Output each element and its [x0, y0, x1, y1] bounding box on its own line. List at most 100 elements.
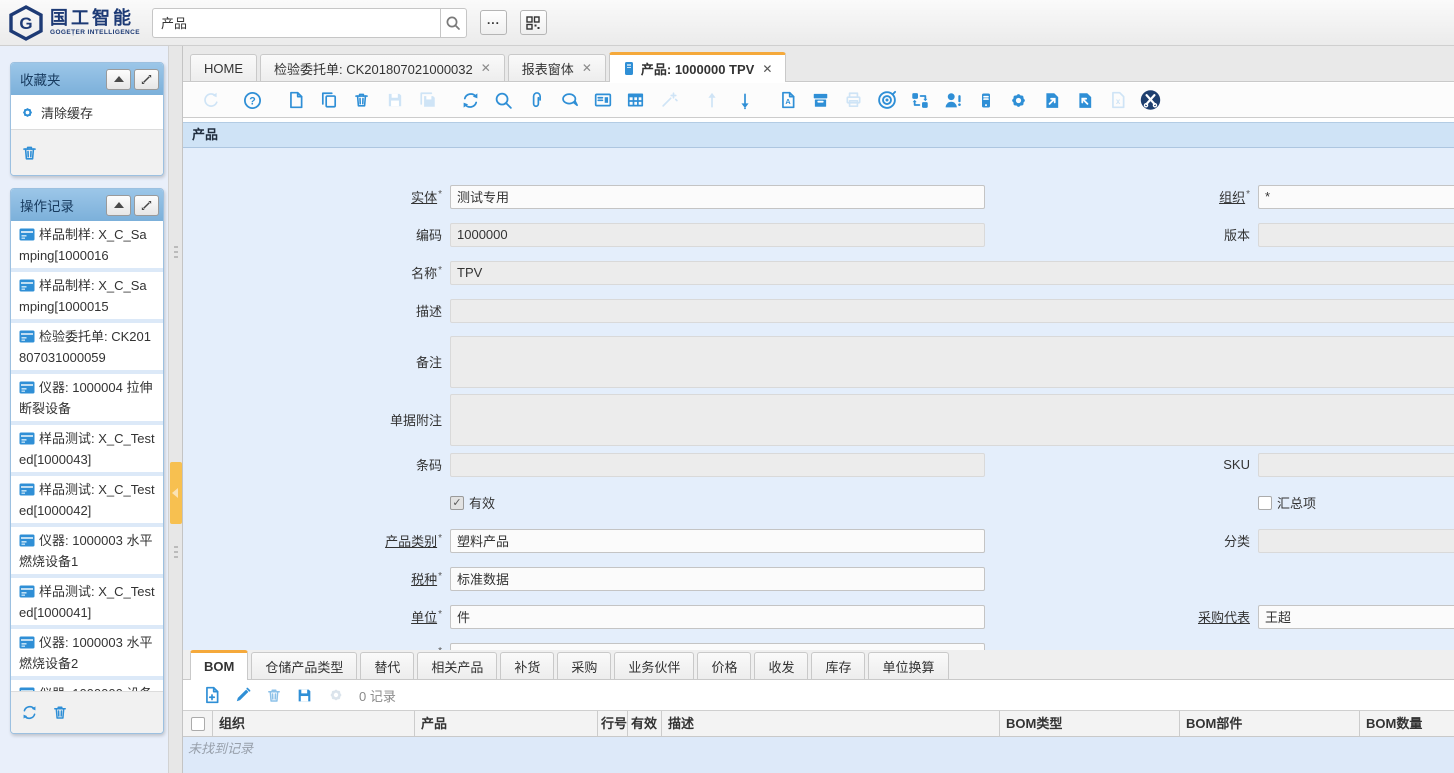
record-item[interactable]: 仪器: 1000003 水平燃烧设备1 [11, 527, 163, 578]
tax-label[interactable]: 税种 [411, 572, 437, 587]
column-header[interactable]: 产品 [415, 711, 598, 736]
detail-tab-单位换算[interactable]: 单位换算 [868, 652, 948, 679]
help-icon[interactable]: ? [242, 89, 263, 111]
archive-icon[interactable] [810, 89, 831, 111]
grid-view-icon[interactable] [625, 89, 646, 111]
detail-tab-BOM[interactable]: BOM [190, 650, 248, 680]
tab-home[interactable]: HOME [190, 54, 257, 81]
records-collapse-button[interactable] [106, 195, 131, 216]
select-all-checkbox[interactable] [191, 717, 205, 731]
column-header[interactable]: BOM数量 [1360, 711, 1454, 736]
tab-inspection-order[interactable]: 检验委托单: CK201807021000032 ✕ [260, 54, 505, 81]
print-icon[interactable] [843, 89, 864, 111]
category-label[interactable]: 产品类别 [385, 534, 437, 549]
refresh-icon[interactable] [21, 704, 38, 721]
import-file-icon[interactable] [1074, 89, 1095, 111]
detail-record-icon[interactable] [734, 89, 755, 111]
end-session-scissors-icon[interactable] [1140, 89, 1161, 111]
attachment-icon[interactable] [526, 89, 547, 111]
records-expand-button[interactable] [134, 195, 159, 216]
find-icon[interactable] [493, 89, 514, 111]
favorites-expand-button[interactable] [134, 69, 159, 90]
comments-icon[interactable] [559, 89, 580, 111]
detail-tab-收发[interactable]: 收发 [754, 652, 808, 679]
tab-report-window[interactable]: 报表窗体 ✕ [508, 54, 606, 81]
clipped-field[interactable] [450, 643, 985, 651]
record-item[interactable]: 仪器: 1000003 水平燃烧设备2 [11, 629, 163, 680]
single-record-view-icon[interactable] [592, 89, 613, 111]
entity-field[interactable] [450, 185, 985, 209]
entity-label[interactable]: 实体 [411, 190, 437, 205]
save-icon[interactable] [384, 89, 405, 111]
category-field[interactable] [450, 529, 985, 553]
buyer-label[interactable]: 采购代表 [1198, 610, 1250, 625]
global-search-input[interactable] [152, 8, 440, 38]
tab-close-icon[interactable]: ✕ [481, 61, 491, 75]
record-item[interactable]: 样品测试: X_C_Tested[1000042] [11, 476, 163, 527]
save-create-new-icon[interactable] [417, 89, 438, 111]
parent-record-icon[interactable] [701, 89, 722, 111]
detail-tab-仓储产品类型[interactable]: 仓储产品类型 [251, 652, 357, 679]
copy-record-icon[interactable] [318, 89, 339, 111]
new-record-icon[interactable] [285, 89, 306, 111]
tab-close-icon[interactable]: ✕ [762, 62, 772, 76]
column-header[interactable]: 行号 [598, 711, 628, 736]
add-row-icon[interactable] [201, 684, 222, 706]
export-excel-icon[interactable]: x [1107, 89, 1128, 111]
detail-tab-价格[interactable]: 价格 [697, 652, 751, 679]
settings-gear-icon[interactable] [1008, 89, 1029, 111]
column-header[interactable]: 有效 [628, 711, 662, 736]
column-header[interactable]: BOM部件 [1180, 711, 1360, 736]
column-header[interactable]: 组织 [213, 711, 415, 736]
settings-icon[interactable] [325, 684, 346, 706]
record-item[interactable]: 检验委托单: CK201807031000059 [11, 323, 163, 374]
workflow-icon[interactable] [909, 89, 930, 111]
record-item[interactable]: 样品制样: X_C_Samping[1000016 [11, 221, 163, 272]
export-file-icon[interactable] [1041, 89, 1062, 111]
tab-close-icon[interactable]: ✕ [582, 61, 592, 75]
process-wand-icon[interactable] [658, 89, 679, 111]
detail-tab-库存[interactable]: 库存 [811, 652, 865, 679]
trash-icon[interactable] [21, 144, 38, 162]
column-header[interactable]: 描述 [662, 711, 1000, 736]
record-item[interactable]: 样品制样: X_C_Samping[1000015 [11, 272, 163, 323]
mobile-device-icon[interactable] [975, 89, 996, 111]
delete-record-icon[interactable] [351, 89, 372, 111]
detail-tab-替代[interactable]: 替代 [360, 652, 414, 679]
org-label[interactable]: 组织 [1219, 190, 1245, 205]
column-header[interactable]: BOM类型 [1000, 711, 1180, 736]
refresh-icon[interactable] [460, 89, 481, 111]
tax-field[interactable] [450, 567, 985, 591]
detail-tab-采购[interactable]: 采购 [557, 652, 611, 679]
org-field[interactable] [1258, 185, 1454, 209]
detail-tab-补货[interactable]: 补货 [500, 652, 554, 679]
sidebar-splitter[interactable] [168, 46, 183, 773]
save-row-icon[interactable] [294, 684, 315, 706]
uom-label[interactable]: 单位 [411, 610, 437, 625]
favorites-title: 收藏夹 [20, 69, 103, 89]
buyer-field[interactable] [1258, 605, 1454, 629]
workflow-target-icon[interactable] [876, 89, 897, 111]
active-checkbox[interactable] [450, 496, 464, 510]
favorites-collapse-button[interactable] [106, 69, 131, 90]
favorites-item-clear-cache[interactable]: 清除缓存 [11, 95, 163, 129]
undo-icon[interactable] [199, 89, 220, 111]
record-item[interactable]: 仪器: 1000000 设备1 [11, 680, 163, 691]
search-button[interactable] [440, 8, 467, 38]
pdf-report-icon[interactable]: A [777, 89, 798, 111]
more-menus-button[interactable]: ... [480, 10, 507, 35]
detail-tab-业务伙伴[interactable]: 业务伙伴 [614, 652, 694, 679]
edit-row-icon[interactable] [232, 684, 253, 706]
qr-code-button[interactable] [520, 10, 547, 35]
record-item[interactable]: 样品测试: X_C_Tested[1000043] [11, 425, 163, 476]
record-item[interactable]: 仪器: 1000004 拉伸断裂设备 [11, 374, 163, 425]
splitter-collapse-handle[interactable] [170, 462, 182, 524]
summary-checkbox[interactable] [1258, 496, 1272, 510]
detail-tab-相关产品[interactable]: 相关产品 [417, 652, 497, 679]
trash-icon[interactable] [52, 704, 68, 721]
request-user-icon[interactable] [942, 89, 963, 111]
tab-product-active[interactable]: 产品: 1000000 TPV ✕ [609, 52, 787, 82]
uom-field[interactable] [450, 605, 985, 629]
delete-row-icon[interactable] [263, 684, 284, 706]
record-item[interactable]: 样品测试: X_C_Tested[1000041] [11, 578, 163, 629]
